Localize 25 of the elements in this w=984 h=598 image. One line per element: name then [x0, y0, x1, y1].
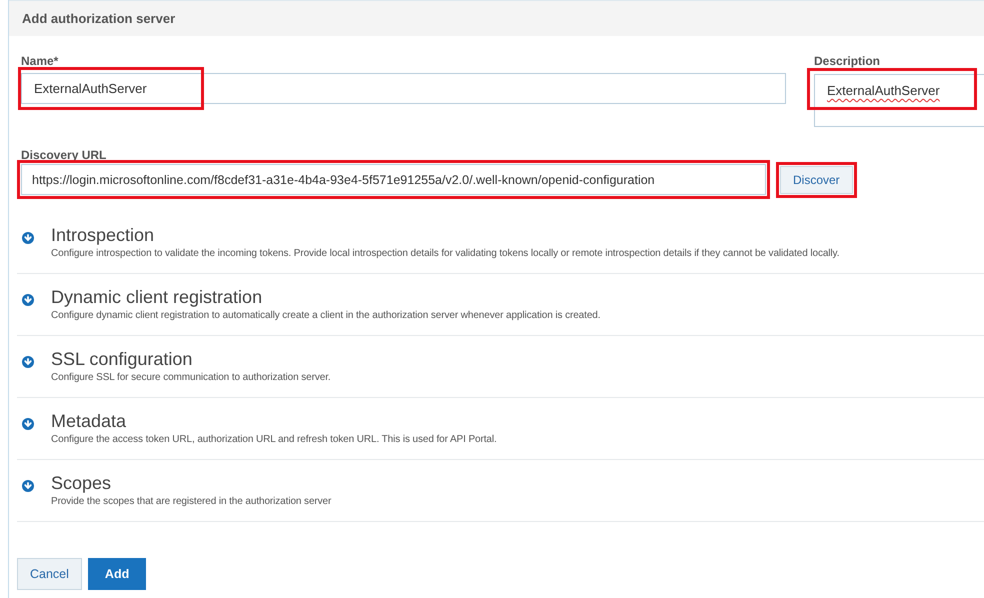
url-field[interactable]: https://login.microsoftonline.com/f8cdef31-a31e-4b4a-93e4-5f571e91255a/v2.0/.well-known/openid-configuration [21, 164, 766, 195]
discover-button[interactable]: Discover [780, 166, 853, 194]
section-description: Configure SSL for secure communication to authorization server. [51, 372, 331, 383]
section-title[interactable]: SSL configuration [51, 348, 331, 370]
section-title[interactable]: Dynamic client registration [51, 286, 600, 308]
section-description: Configure introspection to validate the incoming tokens. Provide local introspection details for validating tokens locally or remote introspection details if they cannot be validated locally. [51, 248, 840, 259]
dialog-title: Add authorization server [22, 11, 176, 26]
field-label: Name* [21, 54, 60, 68]
field-label: Description [814, 54, 882, 68]
expand-icon[interactable] [22, 232, 34, 244]
section-title[interactable]: Introspection [51, 224, 840, 246]
cancel-button[interactable]: Cancel [17, 558, 82, 590]
section-description: Configure the access token URL, authorization URL and refresh token URL. This is used for API Portal. [51, 434, 497, 445]
name-field[interactable]: ExternalAuthServer [21, 73, 786, 104]
section-description: Configure dynamic client registration to automatically create a client in the authorization server whenever application is created. [51, 310, 600, 321]
section-title[interactable]: Metadata [51, 410, 497, 432]
section-title[interactable]: Scopes [51, 472, 332, 494]
expand-icon[interactable] [22, 294, 34, 306]
add-button[interactable]: Add [88, 558, 146, 590]
expand-icon[interactable] [22, 480, 34, 492]
expand-icon[interactable] [22, 356, 34, 368]
section-description: Provide the scopes that are registered in the authorization server [51, 496, 332, 507]
expand-icon[interactable] [22, 418, 34, 430]
description-field[interactable]: ExternalAuthServer [814, 74, 984, 127]
field-label: Discovery URL [21, 148, 106, 162]
